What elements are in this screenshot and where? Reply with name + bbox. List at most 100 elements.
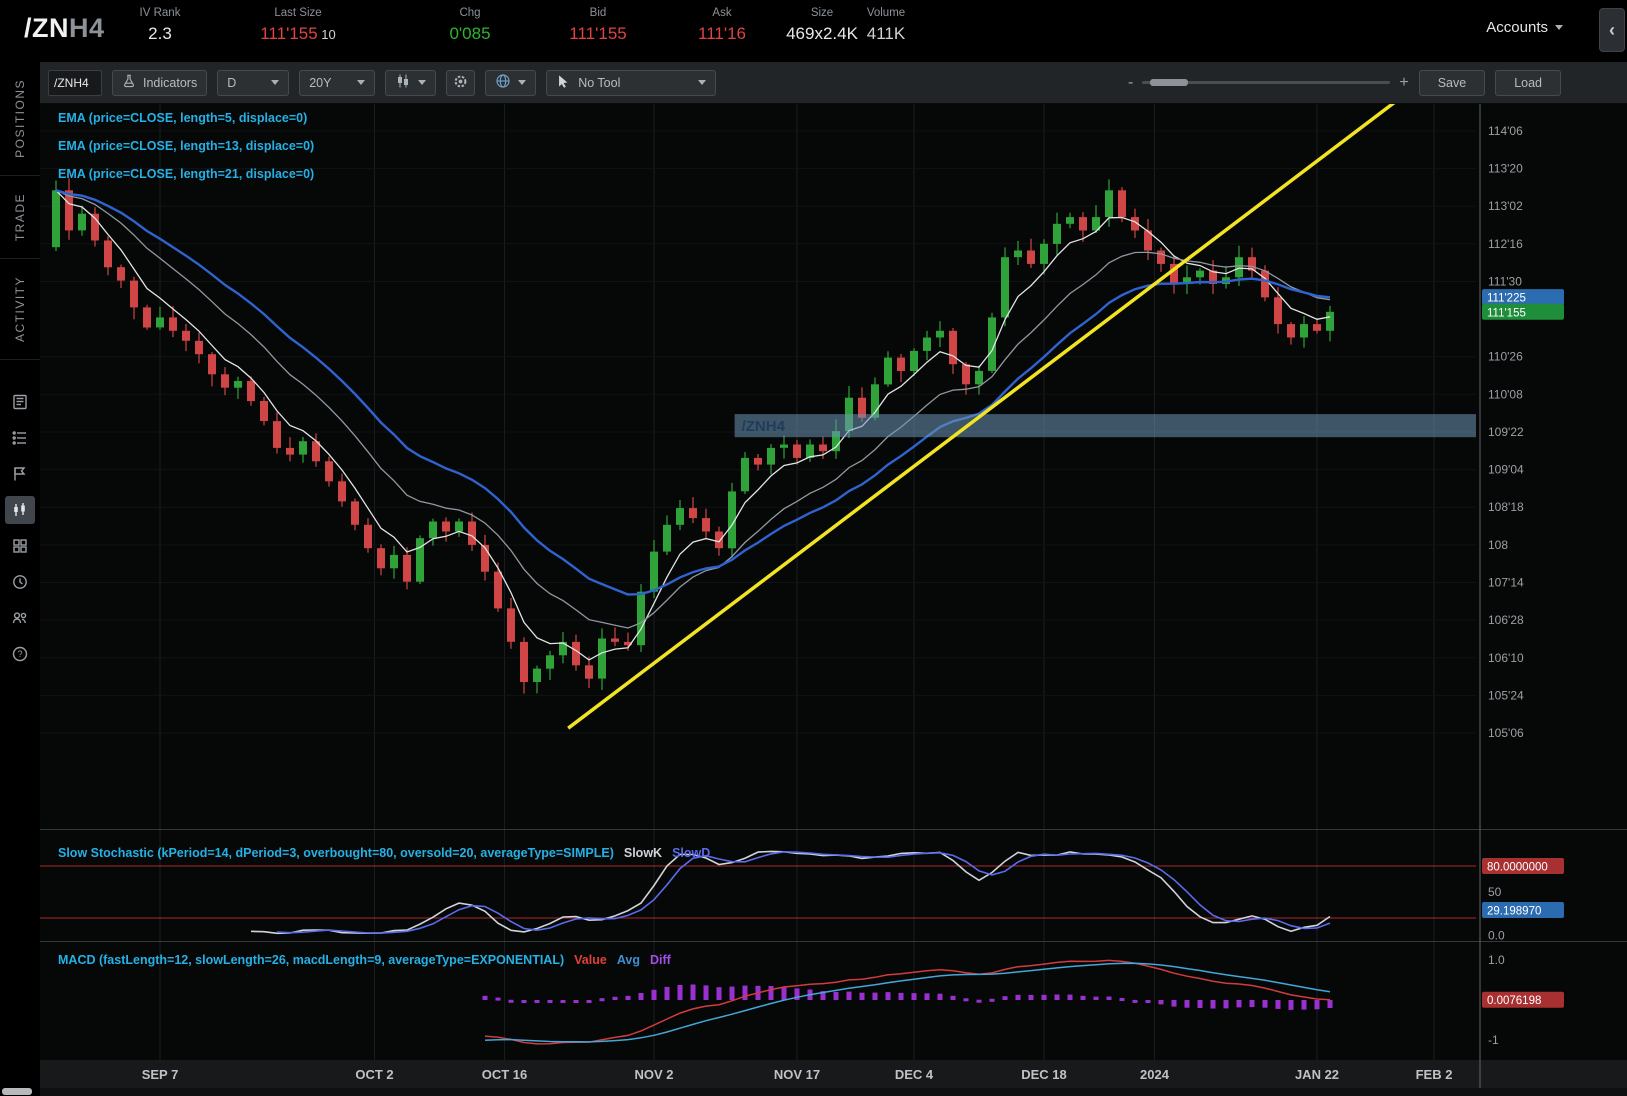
load-label: Load xyxy=(1514,76,1542,90)
quote-label: Chg xyxy=(449,7,490,19)
quote-value: 2.3 xyxy=(140,24,181,44)
macd-hist-bar xyxy=(1146,1000,1151,1003)
candle xyxy=(286,448,294,455)
candle xyxy=(442,522,450,532)
indicators-button[interactable]: Indicators xyxy=(112,70,207,96)
ema-13-line[interactable] xyxy=(56,190,1330,628)
macd-hist-bar xyxy=(1328,1000,1333,1008)
candle xyxy=(1274,297,1282,324)
horizontal-scrollbar[interactable] xyxy=(40,1088,1627,1096)
zoom-slider[interactable] xyxy=(1142,81,1390,84)
study-label-ema13[interactable]: EMA (price=CLOSE, length=13, displace=0) xyxy=(58,139,314,153)
candle xyxy=(1118,190,1126,217)
study-label-ema5[interactable]: EMA (price=CLOSE, length=5, displace=0) xyxy=(58,111,307,125)
macd-hist-bar xyxy=(613,997,618,1000)
macd-hist-bar xyxy=(977,1000,982,1003)
chart-mode-dropdown[interactable] xyxy=(485,70,536,96)
save-button[interactable]: Save xyxy=(1419,70,1486,96)
candle xyxy=(1079,217,1087,230)
symbol-input[interactable] xyxy=(48,70,102,96)
candle xyxy=(260,401,268,421)
quote-field-size: Size469x2.4K xyxy=(786,7,858,44)
macd-hist-bar xyxy=(990,999,995,1002)
macd-hist-bar xyxy=(860,993,865,1000)
symbol-root: /ZN xyxy=(24,13,69,43)
svg-text:0.0076198: 0.0076198 xyxy=(1487,995,1541,1007)
macd-hist-bar xyxy=(574,1000,579,1003)
macd-hist-bar xyxy=(1211,1000,1216,1009)
chart-settings-button[interactable] xyxy=(446,70,475,96)
candle xyxy=(403,555,411,582)
load-button[interactable]: Load xyxy=(1495,70,1561,96)
macd-hist-bar xyxy=(834,992,839,1000)
macd-hist-bar xyxy=(704,985,709,1000)
drawing-tool-dropdown[interactable]: No Tool xyxy=(546,70,716,96)
candle xyxy=(390,555,398,568)
zoom-slider-handle[interactable] xyxy=(1150,79,1188,86)
macd-hist-bar xyxy=(1289,1000,1294,1010)
candle xyxy=(273,421,281,448)
study-label-stochastic[interactable]: Slow Stochastic (kPeriod=14, dPeriod=3, … xyxy=(58,846,710,860)
sidebar-tab-positions-label: POSITIONS xyxy=(13,79,27,158)
price-band-drawing[interactable]: /ZNH4 xyxy=(735,414,1476,437)
sidebar-icon-rail: ? xyxy=(5,388,35,668)
macd-bottom-tick: -1 xyxy=(1488,1033,1499,1047)
chart-type-dropdown[interactable] xyxy=(385,70,436,96)
study-label-macd[interactable]: MACD (fastLength=12, slowLength=26, macd… xyxy=(58,953,671,967)
zoom-in-button[interactable]: + xyxy=(1399,74,1408,92)
help-icon[interactable]: ? xyxy=(5,640,35,668)
time-tick-label: OCT 16 xyxy=(482,1067,528,1082)
candle xyxy=(78,214,86,231)
macd-hist-bar xyxy=(782,987,787,1000)
accounts-menu[interactable]: Accounts xyxy=(1486,19,1563,36)
people-icon[interactable] xyxy=(5,604,35,632)
history-clock-icon[interactable] xyxy=(5,568,35,596)
chevron-down-icon xyxy=(418,80,426,85)
study-label-ema21[interactable]: EMA (price=CLOSE, length=21, displace=0) xyxy=(58,167,314,181)
macd-hist-bar xyxy=(1185,1000,1190,1008)
zoom-out-button[interactable]: - xyxy=(1128,74,1133,92)
grid-icon[interactable] xyxy=(5,532,35,560)
range-dropdown[interactable]: 20Y xyxy=(299,70,375,96)
candle xyxy=(1313,324,1321,331)
left-sidebar: POSITIONS TRADE ACTIVITY ? xyxy=(0,62,40,1096)
panel-dividers xyxy=(40,830,1627,1061)
price-axis[interactable]: 114'06113'20113'02112'16111'30110'26110'… xyxy=(1488,124,1524,740)
time-tick-label: OCT 2 xyxy=(355,1067,393,1082)
candle xyxy=(364,525,372,548)
macd-hist-bar xyxy=(522,1000,527,1003)
svg-text:108'18: 108'18 xyxy=(1488,500,1524,514)
aggregation-dropdown[interactable]: D xyxy=(217,70,289,96)
flag-icon[interactable] xyxy=(5,460,35,488)
candle xyxy=(1326,312,1334,331)
time-tick-label: NOV 17 xyxy=(774,1067,820,1082)
news-icon[interactable] xyxy=(5,388,35,416)
sidebar-tab-activity[interactable]: ACTIVITY xyxy=(0,259,40,360)
svg-text:?: ? xyxy=(17,649,22,659)
quote-label: Last Size xyxy=(260,7,336,19)
macd-hist-bar xyxy=(1159,1000,1164,1004)
collapse-panel-button[interactable]: ‹ xyxy=(1599,8,1625,52)
time-tick-label: SEP 7 xyxy=(142,1067,179,1082)
svg-text:106'28: 106'28 xyxy=(1488,613,1524,627)
candle xyxy=(221,374,229,387)
accounts-label: Accounts xyxy=(1486,19,1548,36)
candle xyxy=(611,639,619,642)
scrollbar-corner-handle[interactable] xyxy=(2,1088,32,1095)
candle xyxy=(494,572,502,609)
orders-list-icon[interactable] xyxy=(5,424,35,452)
sidebar-tab-trade[interactable]: TRADE xyxy=(0,176,40,259)
last-price-badge: 111'155 xyxy=(1482,304,1564,320)
macd-top-tick: 1.0 xyxy=(1488,953,1505,967)
time-axis[interactable] xyxy=(40,1060,1627,1088)
macd-hist-bar xyxy=(847,992,852,1000)
stochastic-panel xyxy=(40,851,1476,933)
candle xyxy=(949,331,957,364)
svg-text:114'06: 114'06 xyxy=(1488,124,1523,138)
candle xyxy=(533,669,541,682)
sidebar-tab-positions[interactable]: POSITIONS xyxy=(0,62,40,176)
price-chart-canvas[interactable]: /ZNH4SEP 7OCT 2OCT 16NOV 2NOV 17DEC 4DEC… xyxy=(40,104,1627,1096)
macd-hist-bar xyxy=(769,986,774,1000)
chevron-down-icon xyxy=(518,80,526,85)
charts-icon[interactable] xyxy=(5,496,35,524)
